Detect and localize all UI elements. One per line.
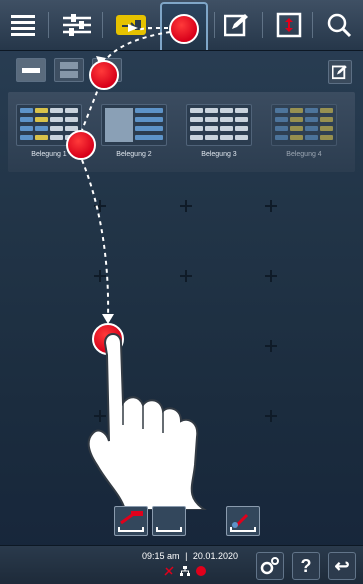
network-icon xyxy=(180,566,190,576)
pointing-hand-icon xyxy=(87,333,207,510)
step-marker xyxy=(66,130,96,160)
status-icons xyxy=(164,566,206,576)
status-separator: | xyxy=(185,551,188,561)
tray-remove-icon xyxy=(230,513,256,532)
status-datetime: 09:15 am | 20.01.2020 xyxy=(120,551,260,561)
connection-status-icon xyxy=(196,566,206,576)
status-bar: 09:15 am | 20.01.2020 ? ↩ xyxy=(0,545,363,584)
back-button[interactable]: ↩ xyxy=(328,552,356,580)
settings-button[interactable] xyxy=(256,552,284,580)
screen: Belegung 1 Belegung 2 Belegung 3 Belegun… xyxy=(0,0,363,584)
bottom-tools xyxy=(0,500,363,540)
tray-tool-button[interactable] xyxy=(114,506,148,536)
status-date: 20.01.2020 xyxy=(192,551,238,561)
wifi-off-icon xyxy=(164,566,174,576)
help-button[interactable]: ? xyxy=(292,552,320,580)
tray-tool-button[interactable] xyxy=(226,506,260,536)
tray-icon xyxy=(118,511,144,532)
step-marker xyxy=(169,14,199,44)
tray-icon xyxy=(156,527,182,532)
status-time: 09:15 am xyxy=(142,551,180,561)
tray-tool-button[interactable] xyxy=(152,506,186,536)
step-marker xyxy=(89,60,119,90)
gear-icon xyxy=(260,557,279,575)
